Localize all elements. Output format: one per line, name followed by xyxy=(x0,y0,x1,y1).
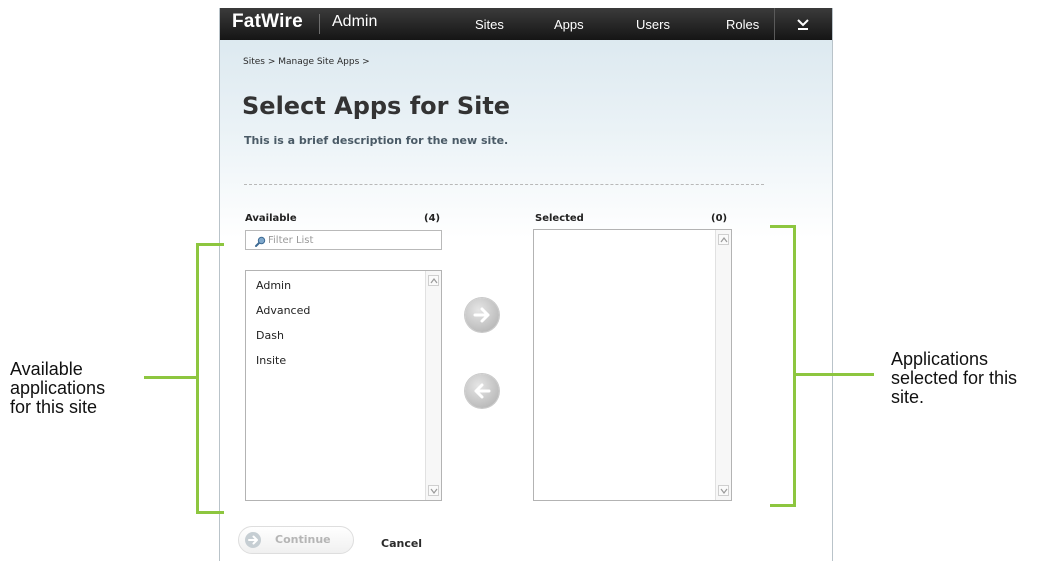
remove-from-selected-button[interactable] xyxy=(465,374,499,408)
annotation-bracket-left xyxy=(196,243,224,514)
list-item[interactable]: Dash xyxy=(256,326,310,351)
annotation-line: selected for this xyxy=(891,368,1018,388)
selected-count: (0) xyxy=(711,213,728,224)
annotation-bracket-right xyxy=(770,225,796,507)
scroll-up-button[interactable] xyxy=(718,234,729,245)
nav-sites[interactable]: Sites xyxy=(475,17,504,32)
page-description: This is a brief description for the new … xyxy=(244,134,509,147)
annotation-selected: Applications selected for this site. xyxy=(891,350,1017,407)
chevron-down-icon xyxy=(720,488,728,494)
top-navigation-bar: FatWire Admin Sites Apps Users Roles xyxy=(220,8,832,40)
arrow-right-icon xyxy=(473,307,490,323)
menu-divider xyxy=(774,8,775,40)
available-header: Available xyxy=(245,213,297,224)
available-scrollbar[interactable] xyxy=(425,271,441,500)
admin-window: FatWire Admin Sites Apps Users Roles Sit… xyxy=(219,8,833,561)
list-item[interactable]: Insite xyxy=(256,351,310,376)
annotation-line: Applications xyxy=(891,349,989,369)
nav-roles[interactable]: Roles xyxy=(726,17,759,32)
arrow-right-icon xyxy=(248,535,258,545)
annotation-line: for this site xyxy=(10,397,98,417)
list-item[interactable]: Advanced xyxy=(256,301,310,326)
nav-apps[interactable]: Apps xyxy=(554,17,584,32)
page-title: Select Apps for Site xyxy=(242,92,511,120)
nav-users[interactable]: Users xyxy=(636,17,670,32)
list-item[interactable]: Admin xyxy=(256,276,310,301)
add-to-selected-button[interactable] xyxy=(465,298,499,332)
chevron-down-icon xyxy=(797,19,809,30)
section-divider xyxy=(244,184,764,185)
scroll-down-button[interactable] xyxy=(428,485,439,496)
annotation-line: Available xyxy=(10,359,83,379)
chevron-up-icon xyxy=(720,237,728,243)
user-menu-button[interactable] xyxy=(776,8,832,40)
annotation-available: Available applications for this site xyxy=(10,360,105,417)
available-list[interactable]: Admin Advanced Dash Insite xyxy=(245,270,442,501)
selected-list[interactable] xyxy=(533,229,732,501)
continue-label: Continue xyxy=(275,533,331,546)
continue-button[interactable]: Continue xyxy=(238,526,354,554)
scroll-up-button[interactable] xyxy=(428,275,439,286)
scroll-down-button[interactable] xyxy=(718,485,729,496)
continue-icon-wrapper xyxy=(245,532,261,548)
cancel-link[interactable]: Cancel xyxy=(381,537,422,550)
arrow-left-icon xyxy=(474,383,491,399)
annotation-line: applications xyxy=(10,378,106,398)
selected-scrollbar[interactable] xyxy=(715,230,731,500)
search-icon xyxy=(255,236,266,247)
available-count: (4) xyxy=(424,213,441,224)
chevron-up-icon xyxy=(430,278,438,284)
annotation-connector-right xyxy=(796,373,874,376)
app-name: Admin xyxy=(332,13,378,30)
filter-list-field xyxy=(245,230,442,250)
brand-divider xyxy=(319,14,320,34)
filter-list-input[interactable] xyxy=(268,233,438,247)
brand-logo: FatWire xyxy=(232,11,303,32)
selected-header: Selected xyxy=(535,213,584,224)
breadcrumb[interactable]: Sites > Manage Site Apps > xyxy=(243,57,370,67)
annotation-line: site. xyxy=(891,387,925,407)
annotation-connector-left xyxy=(144,376,196,379)
chevron-down-icon xyxy=(430,488,438,494)
available-items: Admin Advanced Dash Insite xyxy=(256,276,310,376)
